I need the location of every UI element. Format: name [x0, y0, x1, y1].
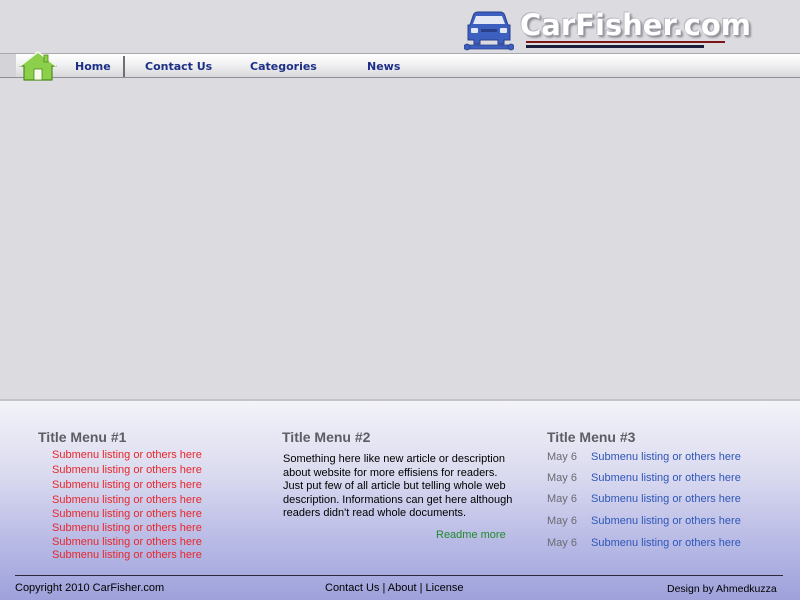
article-summary: Something here like new article or descr…: [283, 453, 513, 519]
readmore-link[interactable]: Readme more: [436, 529, 506, 541]
col2-title: Title Menu #2: [282, 429, 371, 445]
design-credit: Design by Ahmedkuzza: [667, 583, 777, 595]
main-nav: Home Contact Us Categories News: [0, 51, 800, 81]
footer-divider: [15, 575, 783, 576]
nav-news[interactable]: News: [367, 60, 400, 73]
col1-link[interactable]: Submenu listing or others here: [52, 508, 202, 520]
news-link[interactable]: Submenu listing or others here: [591, 515, 741, 527]
news-date: May 6: [547, 472, 577, 484]
col1-link[interactable]: Submenu listing or others here: [52, 522, 202, 534]
news-date: May 6: [547, 451, 577, 463]
copyright-text: Copyright 2010 CarFisher.com: [15, 582, 165, 594]
news-date: May 6: [547, 515, 577, 527]
news-date: May 6: [547, 537, 577, 549]
page: CarFisher.com Home Contact Us Categories…: [0, 0, 800, 600]
col1-link[interactable]: Submenu listing or others here: [52, 464, 202, 476]
footer-link-separator: |: [416, 582, 426, 594]
news-date: May 6: [547, 493, 577, 505]
logo-underline-dark: [526, 45, 704, 48]
header: CarFisher.com: [0, 0, 800, 53]
news-link[interactable]: Submenu listing or others here: [591, 537, 741, 549]
news-link[interactable]: Submenu listing or others here: [591, 451, 741, 463]
col1-link[interactable]: Submenu listing or others here: [52, 549, 202, 561]
site-logo[interactable]: CarFisher.com: [462, 6, 762, 52]
footer-links: Contact Us | About | License: [325, 582, 463, 594]
logo-underline-red: [526, 41, 725, 43]
nav-left-cap: [0, 54, 16, 77]
site-name: CarFisher.com: [520, 8, 751, 42]
col1-link[interactable]: Submenu listing or others here: [52, 479, 202, 491]
col1-link[interactable]: Submenu listing or others here: [52, 536, 202, 548]
nav-home[interactable]: Home: [75, 60, 111, 73]
col1-link[interactable]: Submenu listing or others here: [52, 494, 202, 506]
nav-categories[interactable]: Categories: [250, 60, 317, 73]
news-link[interactable]: Submenu listing or others here: [591, 493, 741, 505]
col1-title: Title Menu #1: [38, 429, 127, 445]
nav-contact-us[interactable]: Contact Us: [145, 60, 212, 73]
col1-link[interactable]: Submenu listing or others here: [52, 449, 202, 461]
footer-link-separator: |: [379, 582, 388, 594]
car-wrench-icon: [464, 11, 514, 51]
footer: Title Menu #1 Submenu listing or others …: [0, 399, 800, 600]
home-icon[interactable]: [18, 50, 58, 82]
nav-divider: [123, 56, 125, 77]
col3-title: Title Menu #3: [547, 429, 636, 445]
footer-license-link[interactable]: License: [426, 582, 464, 594]
news-link[interactable]: Submenu listing or others here: [591, 472, 741, 484]
footer-contact-link[interactable]: Contact Us: [325, 582, 379, 594]
footer-about-link[interactable]: About: [388, 582, 417, 594]
